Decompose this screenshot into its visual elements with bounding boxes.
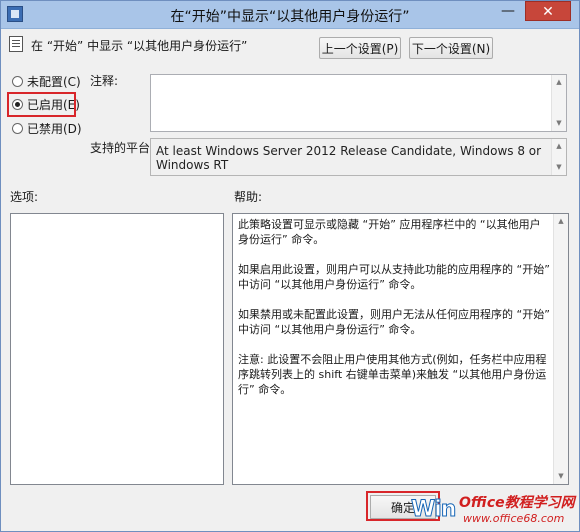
radio-not-configured-label: 未配置(C) — [27, 75, 81, 89]
close-button[interactable]: ✕ — [525, 1, 571, 21]
radio-disabled-label: 已禁用(D) — [27, 122, 82, 136]
radio-not-configured[interactable]: 未配置(C) — [12, 73, 152, 91]
dialog-window: 在“开始”中显示“以其他用户身份运行” — ✕ 在 “开始” 中显示 “以其他用… — [0, 0, 580, 532]
help-paragraph: 此策略设置可显示或隐藏 “开始” 应用程序栏中的 “以其他用户身份运行” 命令。 — [238, 218, 541, 246]
supported-platforms-value: At least Windows Server 2012 Release Can… — [156, 144, 542, 172]
minimize-button[interactable]: — — [495, 2, 521, 22]
options-pane — [10, 213, 224, 485]
supported-platforms-label: 支持的平台: — [90, 141, 155, 155]
comment-label: 注释: — [90, 74, 119, 88]
scroll-down-icon[interactable]: ▼ — [552, 116, 566, 131]
scroll-up-icon[interactable]: ▲ — [552, 139, 566, 154]
supported-platforms-field: At least Windows Server 2012 Release Can… — [150, 138, 567, 176]
radio-disabled-circle[interactable] — [12, 123, 23, 134]
watermark-logo: Win — [410, 497, 457, 523]
watermark-brand: Office教程学习网 — [459, 495, 575, 511]
next-setting-button[interactable]: 下一个设置(N) — [409, 37, 493, 59]
enabled-highlight-box — [7, 92, 76, 117]
help-paragraph: 如果启用此设置，则用户可以从支持此功能的应用程序的 “开始” 中访问 “以其他用… — [238, 263, 550, 291]
help-text: 此策略设置可显示或隐藏 “开始” 应用程序栏中的 “以其他用户身份运行” 命令。… — [234, 217, 550, 412]
help-paragraph: 注意: 此设置不会阻止用户使用其他方式(例如，任务栏中应用程序跳转列表上的 sh… — [238, 353, 547, 396]
options-label: 选项: — [10, 190, 39, 204]
title-bar: 在“开始”中显示“以其他用户身份运行” — ✕ — [1, 1, 579, 29]
scroll-down-icon[interactable]: ▼ — [554, 469, 568, 484]
help-label: 帮助: — [234, 190, 263, 204]
radio-not-configured-circle[interactable] — [12, 76, 23, 87]
watermark-url: www.office68.com — [463, 512, 565, 525]
radio-disabled[interactable]: 已禁用(D) — [12, 120, 152, 138]
watermark: Win Office教程学习网 www.office68.com — [410, 493, 579, 531]
supported-scrollbar[interactable]: ▲ ▼ — [551, 139, 566, 175]
comment-scrollbar[interactable]: ▲ ▼ — [551, 75, 566, 131]
help-scrollbar[interactable]: ▲ ▼ — [553, 214, 568, 484]
setting-title: 在 “开始” 中显示 “以其他用户身份运行” — [31, 39, 248, 53]
comment-textarea[interactable]: ▲ ▼ — [150, 74, 567, 132]
scroll-up-icon[interactable]: ▲ — [554, 214, 568, 229]
help-paragraph: 如果禁用或未配置此设置，则用户无法从任何应用程序的 “开始” 中访问 “以其他用… — [238, 308, 550, 336]
previous-setting-button[interactable]: 上一个设置(P) — [319, 37, 401, 59]
scroll-down-icon[interactable]: ▼ — [552, 160, 566, 175]
window-title: 在“开始”中显示“以其他用户身份运行” — [170, 9, 410, 25]
setting-icon — [9, 36, 23, 52]
scroll-up-icon[interactable]: ▲ — [552, 75, 566, 90]
